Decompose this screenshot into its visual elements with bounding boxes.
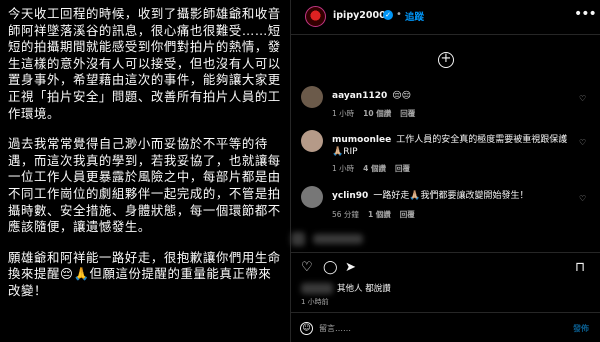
comment-like-heart-icon[interactable]: ♡ [579, 138, 586, 147]
likes-row: 其他人 都說讚 [291, 282, 600, 296]
action-bar: ♡ ◯ ➤ ⊓ [291, 252, 600, 280]
save-bookmark-icon[interactable]: ⊓ [575, 260, 585, 275]
add-comment-bar: ☺ 發佈 [291, 312, 600, 342]
post-paragraph-1: 今天收工回程的時候，收到了攝影師雄爺和收音師阿祥墜落溪谷的訊息，很心痛也很難受…… [8, 6, 281, 121]
comment-input[interactable] [319, 319, 539, 337]
header-divider [291, 34, 600, 35]
comment-body: aayan1120 😔😔 [332, 90, 572, 102]
comment-avatar[interactable] [301, 130, 323, 152]
comment-username[interactable]: yclin90 [332, 191, 368, 201]
comment-time: 1 小時 [332, 109, 355, 118]
more-options-icon[interactable]: ••• [574, 6, 597, 22]
header-separator-dot: • [396, 9, 402, 20]
post-image: 今天收工回程的時候，收到了攝影師雄爺和收音師阿祥墜落溪谷的訊息，很心痛也很難受…… [0, 0, 290, 342]
reply-button[interactable]: 回覆 [400, 210, 415, 219]
comment-likes[interactable]: 4 個讚 [363, 164, 386, 173]
verified-badge-icon: ✓ [383, 10, 393, 20]
share-send-icon[interactable]: ➤ [345, 260, 356, 275]
emoji-smiley-icon[interactable]: ☺ [300, 322, 313, 335]
comment-meta: 1 小時 10 個讚 回覆 [332, 108, 424, 119]
comment-likes[interactable]: 1 個讚 [368, 210, 391, 219]
comment-time: 56 分鐘 [332, 210, 359, 219]
blurred-comment [291, 228, 600, 250]
comment-meta: 56 分鐘 1 個讚 回覆 [332, 209, 424, 220]
blurred-liker-avatars [301, 283, 333, 294]
comment-text: 😔😔 [392, 91, 412, 101]
comment-like-heart-icon[interactable]: ♡ [579, 194, 586, 203]
post-timestamp: 1 小時前 [301, 298, 329, 306]
post-paragraph-2: 過去我常常覺得自己渺小而妥協於不平等的待遇，而這次我真的學到，若我妥協了，也就讓… [8, 136, 281, 235]
comment-username[interactable]: aayan1120 [332, 91, 387, 101]
blurred-avatar [291, 232, 305, 246]
comment-avatar[interactable] [301, 186, 323, 208]
follow-button[interactable]: 追蹤 [405, 9, 424, 23]
load-more-comments-icon[interactable]: + [438, 52, 454, 68]
comments-panel: ipipy20000 ✓ • 追蹤 ••• + aayan1120 😔😔 1 小時… [291, 0, 600, 342]
reply-button[interactable]: 回覆 [395, 164, 410, 173]
post-paragraph-3: 願雄爺和阿祥能一路好走，很抱歉讓你們用生命換來提醒😔🙏但願這份提醒的重量能真正帶… [8, 249, 281, 298]
likes-summary[interactable]: 其他人 都說讚 [337, 282, 391, 294]
comment-bubble-icon[interactable]: ◯ [323, 260, 338, 275]
comment-body: yclin90 一路好走🙏🏼我們都要讓改變開始發生！ [332, 190, 572, 202]
author-avatar[interactable] [305, 6, 326, 27]
like-heart-icon[interactable]: ♡ [301, 260, 313, 275]
comment-username[interactable]: mumoonlee [332, 135, 391, 145]
comment-body: mumoonlee 工作人員的安全真的極度需要被重視跟保護🙏🏼RIP [332, 134, 572, 158]
comment-text: 一路好走🙏🏼我們都要讓改變開始發生！ [373, 191, 529, 201]
comment-meta: 1 小時 4 個讚 回覆 [332, 163, 419, 174]
post-comment-button[interactable]: 發佈 [573, 323, 589, 334]
post-header: ipipy20000 ✓ • 追蹤 ••• [291, 0, 600, 34]
comment-time: 1 小時 [332, 164, 355, 173]
reply-button[interactable]: 回覆 [400, 109, 415, 118]
comment-avatar[interactable] [301, 86, 323, 108]
comment-likes[interactable]: 10 個讚 [363, 109, 391, 118]
comment-like-heart-icon[interactable]: ♡ [579, 94, 586, 103]
blurred-text [313, 234, 363, 244]
